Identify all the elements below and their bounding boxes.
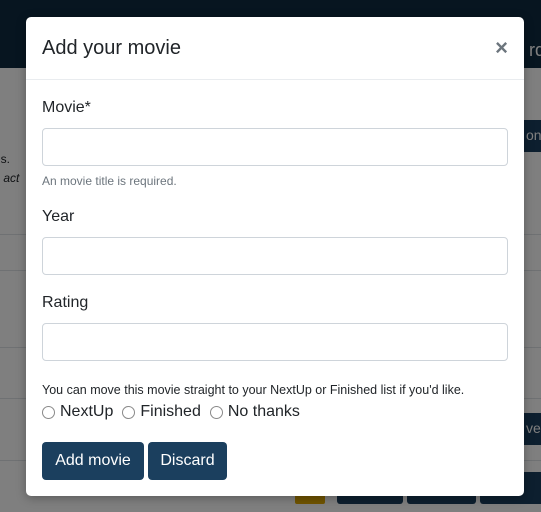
radio-finished[interactable]: Finished <box>122 403 201 421</box>
close-icon[interactable]: × <box>495 37 508 59</box>
radio-finished-label: Finished <box>140 403 201 420</box>
radio-nextup[interactable]: NextUp <box>42 403 113 421</box>
rating-input[interactable] <box>42 323 508 361</box>
modal-title: Add your movie <box>42 37 181 59</box>
list-radio-group: NextUp Finished No thanks <box>42 403 309 421</box>
year-label: Year <box>42 208 75 225</box>
radio-circle-icon[interactable] <box>209 405 223 419</box>
radio-nextup-label: NextUp <box>60 403 114 420</box>
radio-circle-icon[interactable] <box>122 405 136 419</box>
year-input[interactable] <box>42 237 508 275</box>
radio-no-thanks-label: No thanks <box>227 403 300 420</box>
list-note: You can move this movie straight to your… <box>42 383 465 397</box>
add-movie-modal: Add your movie × Movie* An movie title i… <box>26 17 524 496</box>
modal-header: Add your movie × <box>26 17 524 80</box>
radio-no-thanks[interactable]: No thanks <box>209 403 300 421</box>
movie-input[interactable] <box>42 128 508 166</box>
movie-label: Movie* <box>42 99 91 116</box>
movie-help-text: An movie title is required. <box>42 174 177 188</box>
radio-circle-icon[interactable] <box>42 405 55 419</box>
discard-button[interactable]: Discard <box>148 442 227 480</box>
rating-label: Rating <box>42 294 89 311</box>
add-movie-button[interactable]: Add movie <box>42 442 144 480</box>
